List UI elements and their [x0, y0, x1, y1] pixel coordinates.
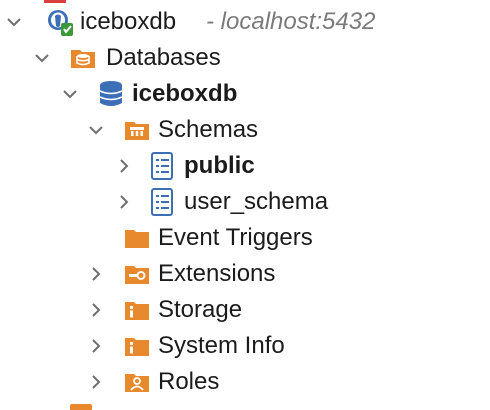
server-name: iceboxdb	[80, 8, 177, 35]
system-info-label: System Info	[158, 332, 285, 359]
tree-row-schema-public[interactable]: public	[0, 148, 490, 184]
postgres-elephant-icon	[46, 8, 73, 36]
databases-label: Databases	[106, 44, 221, 71]
extensions-folder-icon	[124, 262, 150, 288]
chevron-right-icon[interactable]	[86, 372, 106, 392]
tree-row-extensions[interactable]: Extensions	[0, 256, 490, 292]
chevron-down-icon[interactable]	[60, 84, 80, 104]
tree-row-partial	[0, 398, 490, 410]
chevron-right-icon[interactable]	[114, 156, 134, 176]
tree-row-databases[interactable]: Databases	[0, 40, 490, 76]
folder-icon	[70, 404, 92, 410]
chevron-right-icon[interactable]	[114, 192, 134, 212]
tree-row-server[interactable]: iceboxdb - localhost:5432	[0, 4, 490, 40]
info-folder-icon	[124, 334, 150, 360]
event-triggers-label: Event Triggers	[158, 224, 313, 251]
chevron-down-icon[interactable]	[4, 12, 24, 32]
schema-label: public	[184, 152, 255, 179]
tree-row-event-triggers[interactable]: Event Triggers	[0, 220, 490, 256]
schema-label: user_schema	[184, 188, 329, 215]
chevron-right-icon[interactable]	[86, 300, 106, 320]
tree-row-system-info[interactable]: System Info	[0, 328, 490, 364]
tree-row-schemas[interactable]: Schemas	[0, 112, 490, 148]
storage-label: Storage	[158, 296, 243, 323]
tree-row-roles[interactable]: Roles	[0, 364, 490, 400]
database-label: iceboxdb	[132, 80, 238, 107]
schema-document-icon	[150, 152, 176, 180]
extensions-label: Extensions	[158, 260, 276, 287]
schemas-label: Schemas	[158, 116, 259, 143]
folder-icon	[124, 226, 150, 252]
info-folder-icon	[124, 298, 150, 324]
tree-row-storage[interactable]: Storage	[0, 292, 490, 328]
schema-document-icon	[150, 188, 176, 216]
roles-label: Roles	[158, 368, 220, 395]
chevron-down-icon[interactable]	[32, 48, 52, 68]
chevron-right-icon[interactable]	[86, 336, 106, 356]
tree-row-schema-user[interactable]: user_schema	[0, 184, 490, 220]
chevron-right-icon[interactable]	[86, 264, 106, 284]
database-cylinder-icon	[98, 80, 124, 106]
chevron-down-icon[interactable]	[86, 120, 106, 140]
user-folder-icon	[124, 370, 150, 396]
tree-row-database[interactable]: iceboxdb	[0, 76, 490, 112]
server-host: - localhost:5432	[206, 8, 376, 35]
red-top-strip	[44, 0, 66, 3]
schemas-folder-icon	[124, 118, 150, 144]
databases-folder-icon	[70, 46, 96, 72]
